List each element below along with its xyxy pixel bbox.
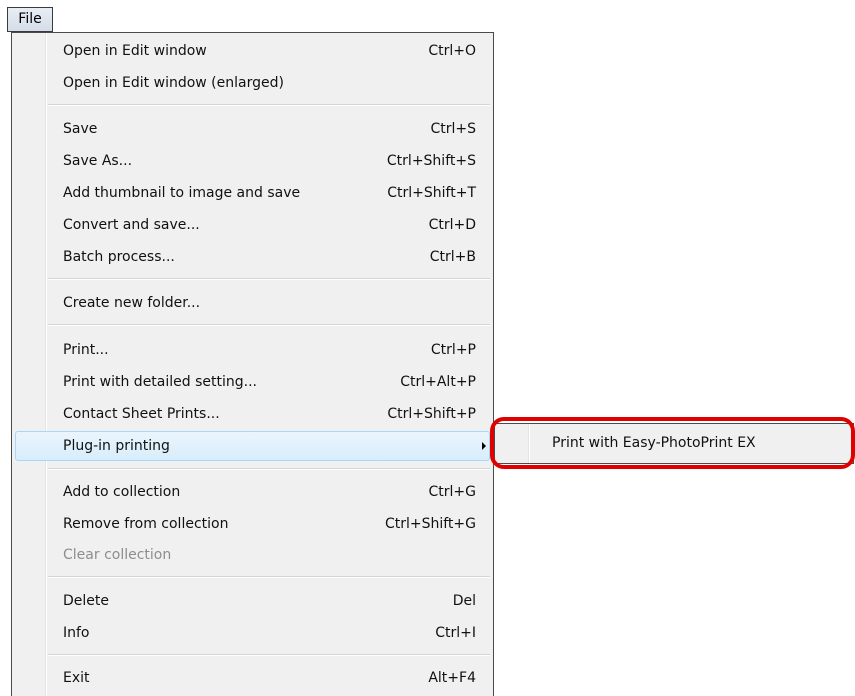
- menu-item-shortcut: Ctrl+G: [428, 484, 477, 500]
- menu-item-remove-from-collection[interactable]: Remove from collection Ctrl+Shift+G: [15, 509, 490, 539]
- menu-item-label: Open in Edit window: [63, 43, 207, 59]
- menu-item-shortcut: Ctrl+Shift+S: [386, 153, 476, 169]
- menu-item-shortcut: Ctrl+D: [428, 217, 476, 233]
- menu-item-shortcut: Ctrl+S: [430, 121, 476, 137]
- menu-item-delete[interactable]: Delete Del: [15, 586, 490, 616]
- menu-item-shortcut: Ctrl+Alt+P: [400, 374, 476, 390]
- menu-item-label: Clear collection: [63, 547, 172, 563]
- menu-item-label: Save As...: [63, 153, 133, 169]
- menu-item-create-new-folder[interactable]: Create new folder...: [15, 288, 490, 318]
- highlight-callout-box: [490, 417, 855, 469]
- menu-item-label: Convert and save...: [63, 217, 200, 233]
- menu-item-label: Delete: [63, 593, 109, 609]
- menu-item-save[interactable]: Save Ctrl+S: [15, 114, 490, 144]
- menu-item-clear-collection: Clear collection: [15, 540, 490, 570]
- menu-item-shortcut: Ctrl+P: [430, 342, 476, 358]
- menu-item-contact-sheet-prints[interactable]: Contact Sheet Prints... Ctrl+Shift+P: [15, 399, 490, 429]
- menu-item-plug-in-printing[interactable]: Plug-in printing: [15, 431, 490, 461]
- menu-item-shortcut: Del: [452, 593, 476, 609]
- menu-item-open-in-edit-window-enlarged[interactable]: Open in Edit window (enlarged): [15, 68, 490, 98]
- menu-item-label: Save: [63, 121, 98, 137]
- menu-item-add-thumbnail[interactable]: Add thumbnail to image and save Ctrl+Shi…: [15, 178, 490, 208]
- menu-item-label: Contact Sheet Prints...: [63, 406, 220, 422]
- menu-item-add-to-collection[interactable]: Add to collection Ctrl+G: [15, 477, 490, 507]
- menu-item-label: Open in Edit window (enlarged): [63, 75, 284, 91]
- menu-item-label: Create new folder...: [63, 295, 201, 311]
- menu-item-label: Exit: [63, 670, 90, 686]
- menu-item-label: Print with detailed setting...: [63, 374, 257, 390]
- submenu-arrow-icon: [482, 442, 486, 450]
- menu-item-print[interactable]: Print... Ctrl+P: [15, 335, 490, 365]
- menu-item-label: Info: [63, 625, 90, 641]
- menu-separator: [48, 576, 490, 578]
- menu-separator: [48, 654, 490, 656]
- menu-item-shortcut: Ctrl+B: [429, 249, 476, 265]
- menu-item-shortcut: Alt+F4: [428, 670, 476, 686]
- menu-item-info[interactable]: Info Ctrl+I: [15, 618, 490, 648]
- menu-item-convert-and-save[interactable]: Convert and save... Ctrl+D: [15, 210, 490, 240]
- menu-separator: [48, 468, 490, 470]
- menu-separator: [48, 278, 490, 280]
- menu-separator: [48, 104, 490, 106]
- menu-item-shortcut: Ctrl+I: [435, 625, 476, 641]
- file-dropdown-menu: Open in Edit window Ctrl+O Open in Edit …: [11, 32, 494, 696]
- menu-item-label: Add to collection: [63, 484, 181, 500]
- menu-item-open-in-edit-window[interactable]: Open in Edit window Ctrl+O: [15, 36, 490, 66]
- menu-separator: [48, 324, 490, 326]
- menu-item-label: Add thumbnail to image and save: [63, 185, 301, 201]
- file-menu-button[interactable]: File: [7, 7, 53, 32]
- menu-item-label: Batch process...: [63, 249, 175, 265]
- menu-item-batch-process[interactable]: Batch process... Ctrl+B: [15, 242, 490, 272]
- menu-item-save-as[interactable]: Save As... Ctrl+Shift+S: [15, 146, 490, 176]
- menu-item-label: Plug-in printing: [63, 438, 170, 454]
- menu-item-shortcut: Ctrl+Shift+T: [387, 185, 476, 201]
- menu-item-shortcut: Ctrl+O: [428, 43, 476, 59]
- menu-item-shortcut: Ctrl+Shift+G: [384, 516, 476, 532]
- menu-item-label: Remove from collection: [63, 516, 229, 532]
- menu-item-label: Print...: [63, 342, 109, 358]
- menu-item-exit[interactable]: Exit Alt+F4: [15, 663, 490, 693]
- menu-item-shortcut: Ctrl+Shift+P: [387, 406, 476, 422]
- menu-item-print-detailed-setting[interactable]: Print with detailed setting... Ctrl+Alt+…: [15, 367, 490, 397]
